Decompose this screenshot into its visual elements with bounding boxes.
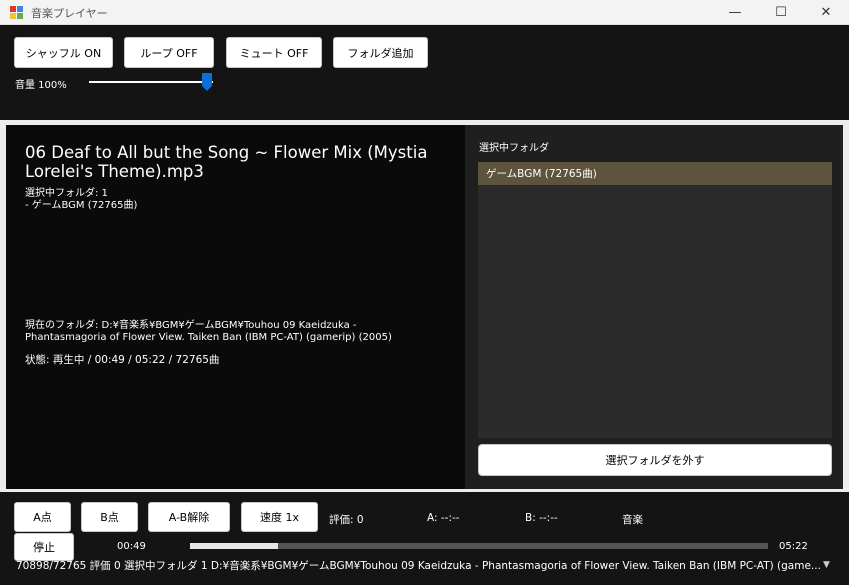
stop-button[interactable]: 停止	[14, 533, 74, 561]
status-bar: 70898/72765 評価 0 選択中フォルダ 1 D:¥音楽系¥BGM¥ゲー…	[16, 560, 821, 572]
maximize-button[interactable]: ☐	[758, 0, 804, 25]
folder-list-item[interactable]: ゲームBGM (72765曲)	[478, 162, 832, 185]
a-point-button[interactable]: A点	[14, 502, 71, 532]
folder-panel-heading: 選択中フォルダ	[479, 143, 549, 154]
close-icon: ✕	[820, 5, 832, 20]
shuffle-button[interactable]: シャッフル ON	[14, 37, 113, 68]
title-bar: 音楽プレイヤー — ☐ ✕	[0, 0, 849, 25]
chevron-down-icon: ▼	[823, 560, 830, 570]
app-icon	[10, 6, 23, 19]
selected-folder-count: 選択中フォルダ: 1	[25, 188, 108, 199]
add-folder-button[interactable]: フォルダ追加	[333, 37, 428, 68]
close-button[interactable]: ✕	[803, 0, 849, 25]
total-time: 05:22	[779, 541, 808, 552]
loop-button[interactable]: ループ OFF	[124, 37, 214, 68]
ab-clear-button[interactable]: A-B解除	[148, 502, 230, 532]
current-folder-path: 現在のフォルダ: D:¥音楽系¥BGM¥ゲームBGM¥Touhou 09 Kae…	[25, 320, 357, 331]
b-point-value: B: --:--	[525, 512, 558, 524]
window-title: 音楽プレイヤー	[31, 7, 108, 20]
current-folder-path-cont: Phantasmagoria of Flower View. Taiken Ba…	[25, 332, 392, 343]
volume-slider[interactable]	[89, 81, 213, 83]
remove-folder-button[interactable]: 選択フォルダを外す	[478, 444, 832, 476]
elapsed-time: 00:49	[117, 541, 146, 552]
minimize-icon: —	[728, 5, 742, 20]
selected-folder-name: - ゲームBGM (72765曲)	[25, 200, 138, 211]
rating-label: 評価: 0	[329, 514, 364, 526]
mute-button[interactable]: ミュート OFF	[226, 37, 322, 68]
track-title: 06 Deaf to All but the Song ~ Flower Mix…	[25, 143, 428, 181]
folder-list[interactable]: ゲームBGM (72765曲)	[478, 162, 832, 438]
b-point-button[interactable]: B点	[81, 502, 138, 532]
speed-button[interactable]: 速度 1x	[241, 502, 318, 532]
playback-status: 状態: 再生中 / 00:49 / 05:22 / 72765曲	[25, 354, 220, 366]
music-label: 音楽	[622, 514, 643, 526]
minimize-button[interactable]: —	[712, 0, 758, 25]
a-point-value: A: --:--	[427, 512, 460, 524]
maximize-icon: ☐	[775, 5, 787, 20]
seek-bar[interactable]	[190, 543, 768, 549]
seek-bar-fill	[190, 543, 278, 549]
volume-label: 音量 100%	[15, 80, 67, 91]
